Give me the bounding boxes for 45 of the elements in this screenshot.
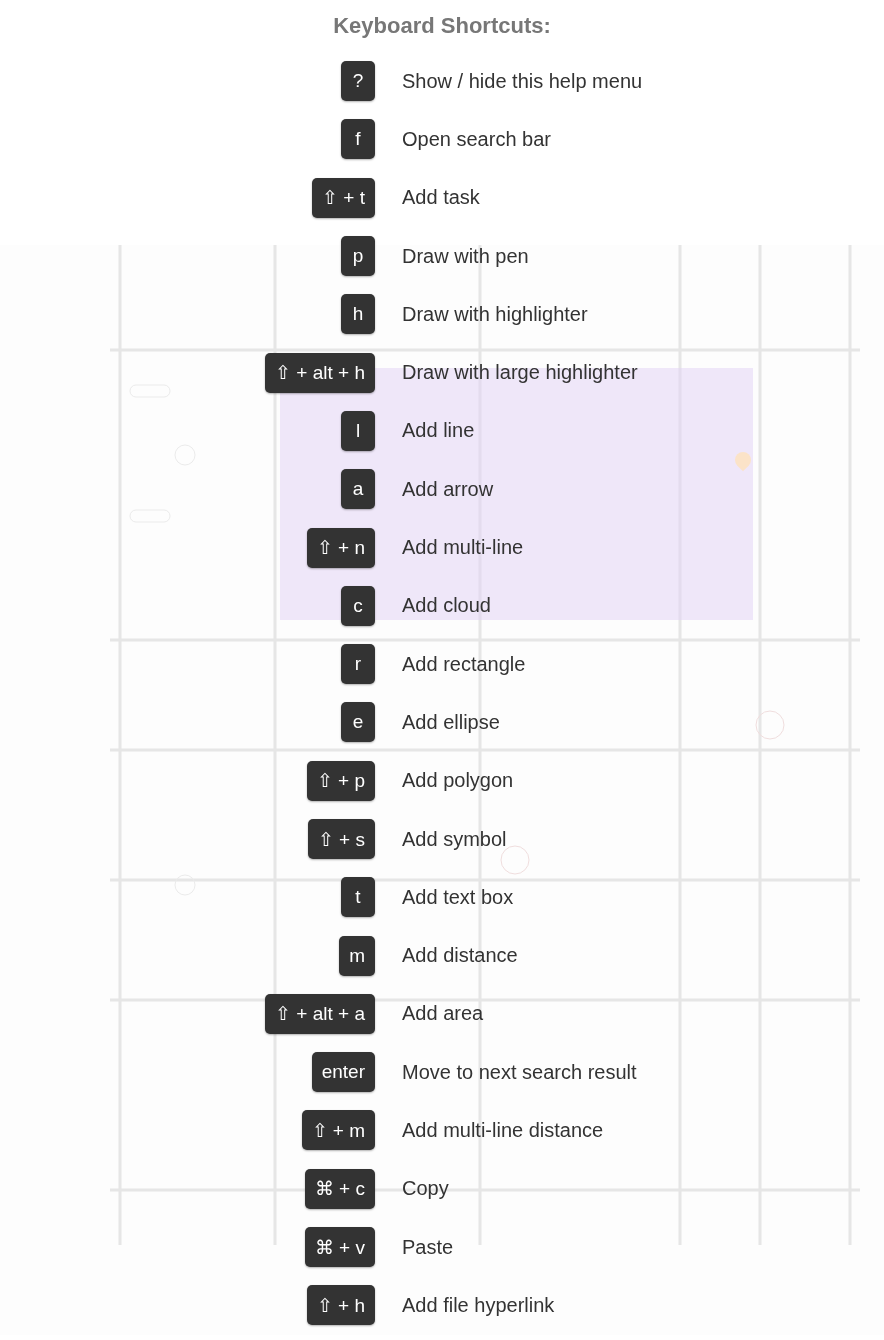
- key-cap: r: [341, 644, 375, 685]
- shortcut-description: Add task: [402, 186, 480, 210]
- shortcut-description: Draw with large highlighter: [402, 361, 638, 385]
- shortcut-description: Add rectangle: [402, 652, 526, 676]
- key-cap: ⇧ + n: [306, 527, 375, 568]
- shortcut-description: Add multi-line distance: [402, 1119, 604, 1142]
- key-cap: f: [341, 119, 375, 160]
- shortcut-description: Show / hide this help menu: [402, 69, 643, 93]
- key-cap: enter: [311, 1052, 375, 1093]
- key-cap: l: [341, 410, 375, 451]
- key-cap: ⌘ + v: [304, 1227, 375, 1268]
- shortcut-description: Add multi-line: [402, 536, 524, 559]
- shortcut-description: Paste: [402, 1235, 454, 1259]
- key-cap: c: [341, 585, 375, 626]
- key-cap: ⇧ + p: [306, 760, 375, 801]
- shortcut-description: Draw with pen: [402, 244, 529, 268]
- key-cap: m: [339, 935, 375, 976]
- key-cap: ⇧ + alt + a: [265, 993, 375, 1034]
- shortcut-description: Add ellipse: [402, 710, 500, 734]
- shortcut-description: Open search bar: [402, 127, 551, 151]
- shortcut-description: Add distance: [402, 944, 518, 968]
- shortcut-description: Move to next search result: [402, 1060, 637, 1084]
- shortcut-description: Draw with highlighter: [402, 302, 588, 326]
- shortcut-description: Add file hyperlink: [402, 1293, 555, 1317]
- key-cap: ⌘ + c: [304, 1168, 375, 1209]
- shortcut-description: Add line: [402, 419, 475, 443]
- shortcut-description: Add arrow: [402, 477, 494, 501]
- key-cap: ⇧ + m: [301, 1110, 375, 1151]
- key-cap: t: [341, 877, 375, 918]
- shortcut-description: Add cloud: [402, 594, 491, 618]
- key-cap: h: [341, 294, 375, 335]
- key-cap: e: [341, 702, 375, 743]
- key-cap: ⇧ + s: [307, 819, 375, 859]
- key-cap: ⇧ + t: [312, 177, 375, 218]
- shortcut-description: Add text box: [402, 885, 514, 909]
- key-cap: p: [341, 236, 375, 277]
- key-cap: a: [341, 469, 375, 510]
- key-cap: ⇧ + alt + h: [265, 352, 375, 393]
- key-cap: ?: [341, 61, 375, 102]
- shortcut-description: Add symbol: [402, 827, 507, 851]
- shortcut-description: Add area: [402, 1002, 484, 1026]
- dialog-title: Keyboard Shortcuts:: [332, 12, 552, 40]
- shortcut-description: Add polygon: [402, 769, 514, 793]
- key-cap: ⇧ + h: [306, 1285, 375, 1326]
- shortcut-description: Copy: [402, 1177, 449, 1201]
